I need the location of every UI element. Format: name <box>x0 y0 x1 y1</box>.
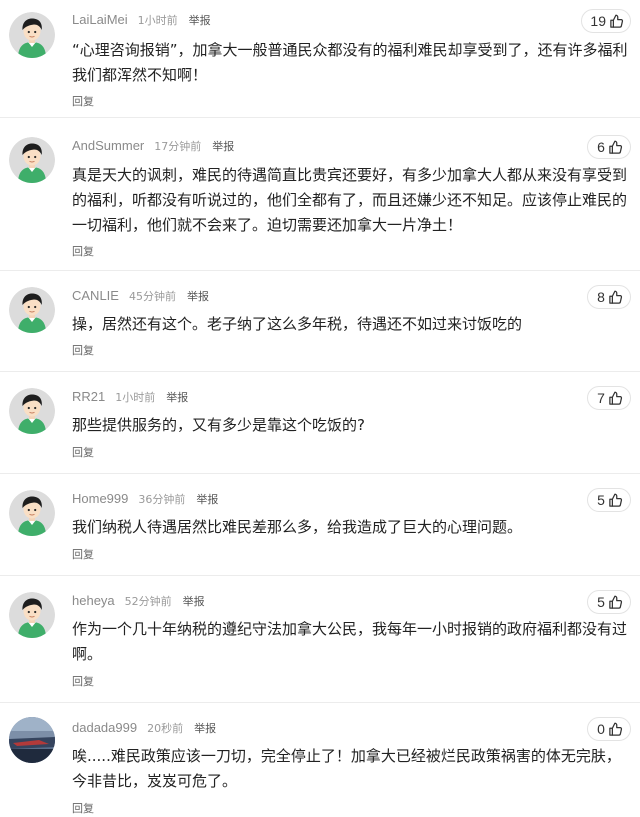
username[interactable]: heheya <box>72 593 115 608</box>
report-link[interactable]: 举报 <box>212 138 234 154</box>
timestamp: 1小时前 <box>137 14 178 27</box>
thumbs-up-icon <box>608 290 623 305</box>
report-link[interactable]: 举报 <box>189 12 211 28</box>
thumbs-up-icon <box>608 391 623 406</box>
avatar[interactable] <box>9 287 55 333</box>
reply-link[interactable]: 回复 <box>72 243 94 259</box>
avatar[interactable] <box>9 388 55 434</box>
reply-link[interactable]: 回复 <box>72 800 94 816</box>
comment-item: LaiLaiMei 1小时前 举报 19 “心理咨询报销”，加拿大一般普通民众都… <box>0 0 640 118</box>
username[interactable]: CANLIE <box>72 288 119 303</box>
comment-text: 那些提供服务的，又有多少是靠这个吃饭的? <box>72 416 365 434</box>
like-count: 19 <box>590 13 606 29</box>
comment-text: “心理咨询报销”，加拿大一般普通民众都没有的福利难民却享受到了，还有许多福利我们… <box>72 41 628 84</box>
report-link[interactable]: 举报 <box>187 288 209 304</box>
timestamp: 36分钟前 <box>138 493 186 506</box>
username[interactable]: Home999 <box>72 491 128 506</box>
comment-text: 唉.....难民政策应该一刀切，完全停止了！加拿大已经被烂民政策祸害的体无完肤，… <box>72 747 621 790</box>
like-count: 6 <box>597 139 605 155</box>
report-link[interactable]: 举报 <box>166 389 188 405</box>
report-link[interactable]: 举报 <box>196 491 218 507</box>
comment-item: dadada999 20秒前 举报 0 唉.....难民政策应该一刀切，完全停止… <box>0 703 640 815</box>
like-button[interactable]: 6 <box>587 135 631 159</box>
report-link[interactable]: 举报 <box>183 593 205 609</box>
reply-link[interactable]: 回复 <box>72 546 94 562</box>
like-button[interactable]: 5 <box>587 590 631 614</box>
reply-link[interactable]: 回复 <box>72 673 94 689</box>
timestamp: 45分钟前 <box>128 290 176 303</box>
comment-text: 我们纳税人待遇居然比难民差那么多，给我造成了巨大的心理问题。 <box>72 518 523 536</box>
thumbs-up-icon <box>609 14 624 29</box>
comment-text: 真是天大的讽刺，难民的待遇简直比贵宾还要好，有多少加拿大人都从来没有享受到的福利… <box>72 166 628 234</box>
reply-link[interactable]: 回复 <box>72 444 94 460</box>
like-button[interactable]: 7 <box>587 386 631 410</box>
like-count: 5 <box>597 594 605 610</box>
like-count: 7 <box>597 390 605 406</box>
comment-text: 操，居然还有这个。老子纳了这么多年税，待遇还不如过来讨饭吃的 <box>72 315 523 333</box>
thumbs-up-icon <box>608 722 623 737</box>
username[interactable]: LaiLaiMei <box>72 12 128 27</box>
timestamp: 1小时前 <box>115 391 156 404</box>
thumbs-up-icon <box>608 493 623 508</box>
username[interactable]: dadada999 <box>72 720 137 735</box>
avatar[interactable] <box>9 490 55 536</box>
comment-item: AndSummer 17分钟前 举报 6 真是天大的讽刺，难民的待遇简直比贵宾还… <box>0 118 640 271</box>
timestamp: 52分钟前 <box>124 595 172 608</box>
comment-item: CANLIE 45分钟前 举报 8 操，居然还有这个。老子纳了这么多年税，待遇还… <box>0 271 640 372</box>
timestamp: 17分钟前 <box>154 140 202 153</box>
username[interactable]: AndSummer <box>72 138 144 153</box>
comment-item: Home999 36分钟前 举报 5 我们纳税人待遇居然比难民差那么多，给我造成… <box>0 474 640 576</box>
thumbs-up-icon <box>608 595 623 610</box>
comment-text: 作为一个几十年纳税的遵纪守法加拿大公民，我每年一小时报销的政府福利都没有过啊。 <box>72 620 628 663</box>
like-count: 5 <box>597 492 605 508</box>
comment-item: RR21 1小时前 举报 7 那些提供服务的，又有多少是靠这个吃饭的? 回复 <box>0 372 640 474</box>
report-link[interactable]: 举报 <box>194 720 216 736</box>
like-button[interactable]: 19 <box>581 9 631 33</box>
comment-item: heheya 52分钟前 举报 5 作为一个几十年纳税的遵纪守法加拿大公民，我每… <box>0 576 640 703</box>
comment-list: LaiLaiMei 1小时前 举报 19 “心理咨询报销”，加拿大一般普通民众都… <box>0 0 640 815</box>
like-count: 0 <box>597 721 605 737</box>
reply-link[interactable]: 回复 <box>72 93 94 109</box>
like-count: 8 <box>597 289 605 305</box>
thumbs-up-icon <box>608 140 623 155</box>
avatar[interactable] <box>9 137 55 183</box>
reply-link[interactable]: 回复 <box>72 342 94 358</box>
avatar[interactable] <box>9 717 55 763</box>
timestamp: 20秒前 <box>147 722 184 735</box>
avatar[interactable] <box>9 12 55 58</box>
username[interactable]: RR21 <box>72 389 105 404</box>
like-button[interactable]: 0 <box>587 717 631 741</box>
avatar[interactable] <box>9 592 55 638</box>
like-button[interactable]: 8 <box>587 285 631 309</box>
like-button[interactable]: 5 <box>587 488 631 512</box>
